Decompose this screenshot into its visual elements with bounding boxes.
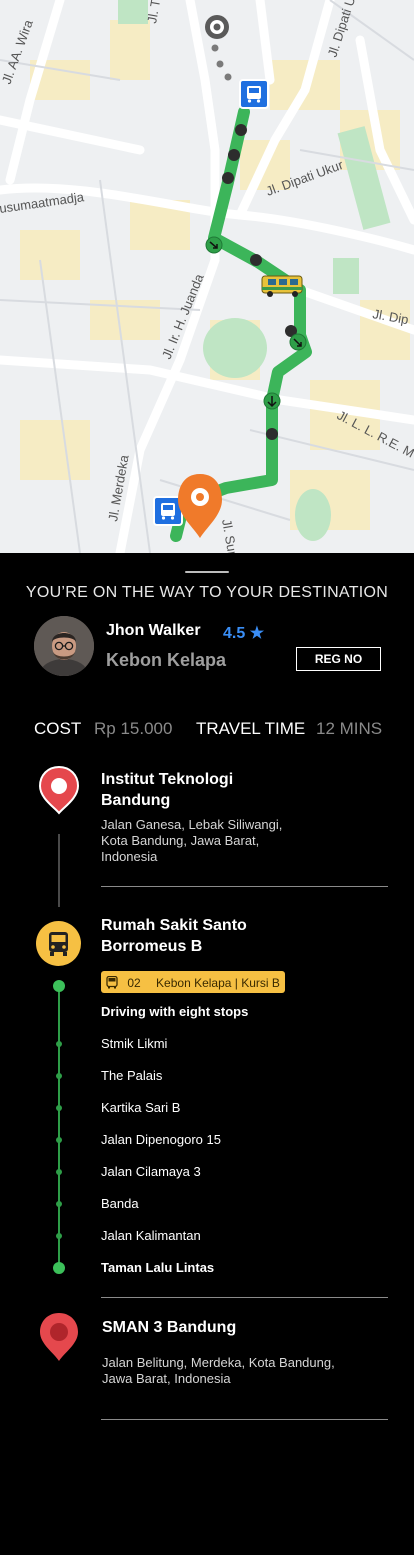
- destination-title: SMAN 3 Bandung: [102, 1319, 237, 1336]
- origin-address-line: Indonesia: [101, 849, 158, 864]
- divider: [101, 886, 388, 887]
- timeline-dot: [56, 1233, 62, 1239]
- user-location-icon: [205, 15, 229, 39]
- destination-address: Jalan Belitung, Merdeka, Kota Bandung, J…: [102, 1355, 335, 1387]
- route-map[interactable]: Jl. T Jl. AA. Wira Jl. Dipati Ukur Jl. D…: [0, 0, 414, 553]
- timeline-dot: [56, 1073, 62, 1079]
- list-item: Jalan Dipenogoro 15: [101, 1132, 221, 1147]
- timeline-dot: [56, 1169, 62, 1175]
- origin-address-line: Kota Bandung, Jawa Barat,: [101, 833, 260, 848]
- walk-connector-line: [58, 834, 60, 907]
- divider: [101, 1419, 388, 1420]
- list-item: Jalan Kalimantan: [101, 1228, 201, 1243]
- route-badge[interactable]: 02 Kebon Kelapa | Kursi B: [101, 971, 285, 993]
- list-item: Kartika Sari B: [101, 1100, 181, 1115]
- boarding-stop-title: Rumah Sakit Santo Borromeus B: [101, 915, 247, 957]
- route-seat-info: Kebon Kelapa | Kursi B: [156, 975, 280, 990]
- bus-stop-end-icon[interactable]: [153, 496, 183, 526]
- timeline-start-dot: [53, 980, 65, 992]
- destination-address-line: Jalan Belitung, Merdeka, Kota Bandung,: [102, 1355, 335, 1370]
- stops-timeline: [58, 986, 60, 1268]
- travel-time-value: 12 MINS: [316, 719, 383, 738]
- origin-title-line: Institut Teknologi: [101, 771, 234, 788]
- timeline-dot: [56, 1041, 62, 1047]
- cost-label: COST: [34, 719, 82, 738]
- stops-summary: Driving with eight stops: [101, 1004, 249, 1019]
- driver-name: Jhon Walker: [106, 622, 201, 639]
- sheet-drag-handle[interactable]: [185, 571, 229, 573]
- boarding-title-line: Rumah Sakit Santo: [101, 917, 247, 934]
- origin-pin-icon: [38, 765, 80, 815]
- destination-address-line: Jawa Barat, Indonesia: [102, 1371, 231, 1386]
- list-item: Banda: [101, 1196, 139, 1211]
- route-number: 02: [127, 975, 141, 990]
- timeline-dot: [56, 1201, 62, 1207]
- divider: [101, 1297, 388, 1298]
- list-item: Jalan Cilamaya 3: [101, 1164, 201, 1179]
- list-item: Taman Lalu Lintas: [101, 1260, 215, 1275]
- reg-no-button[interactable]: REG NO: [296, 647, 381, 671]
- trip-details-sheet: YOU’RE ON THE WAY TO YOUR DESTINATION Jh…: [0, 553, 414, 1555]
- vehicle-route-name: Kebon Kelapa: [106, 650, 227, 670]
- origin-title-line: Bandung: [101, 792, 171, 809]
- origin-title: Institut Teknologi Bandung: [101, 769, 233, 811]
- list-item: The Palais: [101, 1068, 163, 1083]
- driver-rating: 4.5 ★: [223, 625, 265, 642]
- trip-status-headline: YOU’RE ON THE WAY TO YOUR DESTINATION: [25, 584, 389, 601]
- timeline-end-dot: [53, 1262, 65, 1274]
- map-canvas: Jl. T Jl. AA. Wira Jl. Dipati Ukur Jl. D…: [0, 0, 414, 553]
- bus-stop-icon: [36, 921, 81, 966]
- cost-value: Rp 15.000: [94, 719, 173, 738]
- driver-avatar: [34, 616, 94, 676]
- origin-address-line: Jalan Ganesa, Lebak Siliwangi,: [101, 817, 283, 832]
- travel-time-label: TRAVEL TIME: [196, 719, 306, 738]
- list-item: Stmik Likmi: [101, 1036, 168, 1051]
- destination-pin-icon: [40, 1313, 78, 1361]
- origin-address: Jalan Ganesa, Lebak Siliwangi, Kota Band…: [101, 817, 282, 865]
- boarding-title-line: Borromeus B: [101, 938, 203, 955]
- timeline-dot: [56, 1105, 62, 1111]
- bus-stop-start-icon[interactable]: [239, 79, 269, 109]
- timeline-dot: [56, 1137, 62, 1143]
- bus-icon: [106, 976, 118, 989]
